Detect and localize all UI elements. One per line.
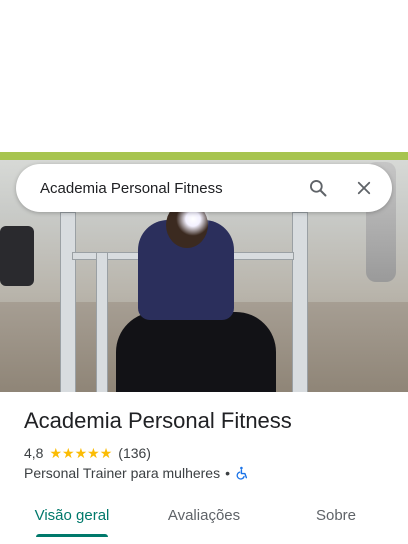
close-icon: [355, 179, 373, 197]
rating-stars: ★ ★ ★ ★ ★: [49, 446, 112, 460]
category-row: Personal Trainer para mulheres •: [24, 465, 249, 481]
photo-machine-frame-left: [60, 212, 76, 392]
star-icon: ★: [74, 445, 88, 461]
wheelchair-icon: [235, 466, 249, 480]
place-category: Personal Trainer para mulheres: [24, 465, 221, 481]
star-icon: ★: [99, 445, 113, 461]
photo-person-legs: [116, 312, 276, 392]
search-icon: [308, 178, 328, 198]
search-input[interactable]: Academia Personal Fitness: [40, 180, 298, 197]
place-title: Academia Personal Fitness: [24, 408, 292, 433]
review-count[interactable]: (136): [118, 445, 151, 461]
photo-machine-frame-right: [292, 212, 308, 392]
tab-visao-geral[interactable]: Visão geral: [0, 496, 144, 534]
tab-avaliacoes[interactable]: Avaliações: [144, 496, 264, 534]
tab-sobre[interactable]: Sobre: [264, 496, 408, 534]
rating-value: 4,8: [24, 445, 44, 461]
photo-equipment-left: [0, 226, 34, 286]
search-button[interactable]: [298, 168, 338, 208]
star-icon: ★: [87, 445, 100, 461]
separator-dot: •: [225, 465, 231, 481]
active-tab-indicator: [36, 534, 108, 537]
star-icon: ★: [49, 445, 63, 461]
star-icon: ★: [62, 445, 75, 461]
clear-search-button[interactable]: [344, 168, 384, 208]
photo-machine-post: [96, 252, 108, 392]
search-bar[interactable]: Academia Personal Fitness: [16, 164, 392, 212]
rating-row[interactable]: 4,8 ★ ★ ★ ★ ★ (136): [24, 444, 151, 462]
